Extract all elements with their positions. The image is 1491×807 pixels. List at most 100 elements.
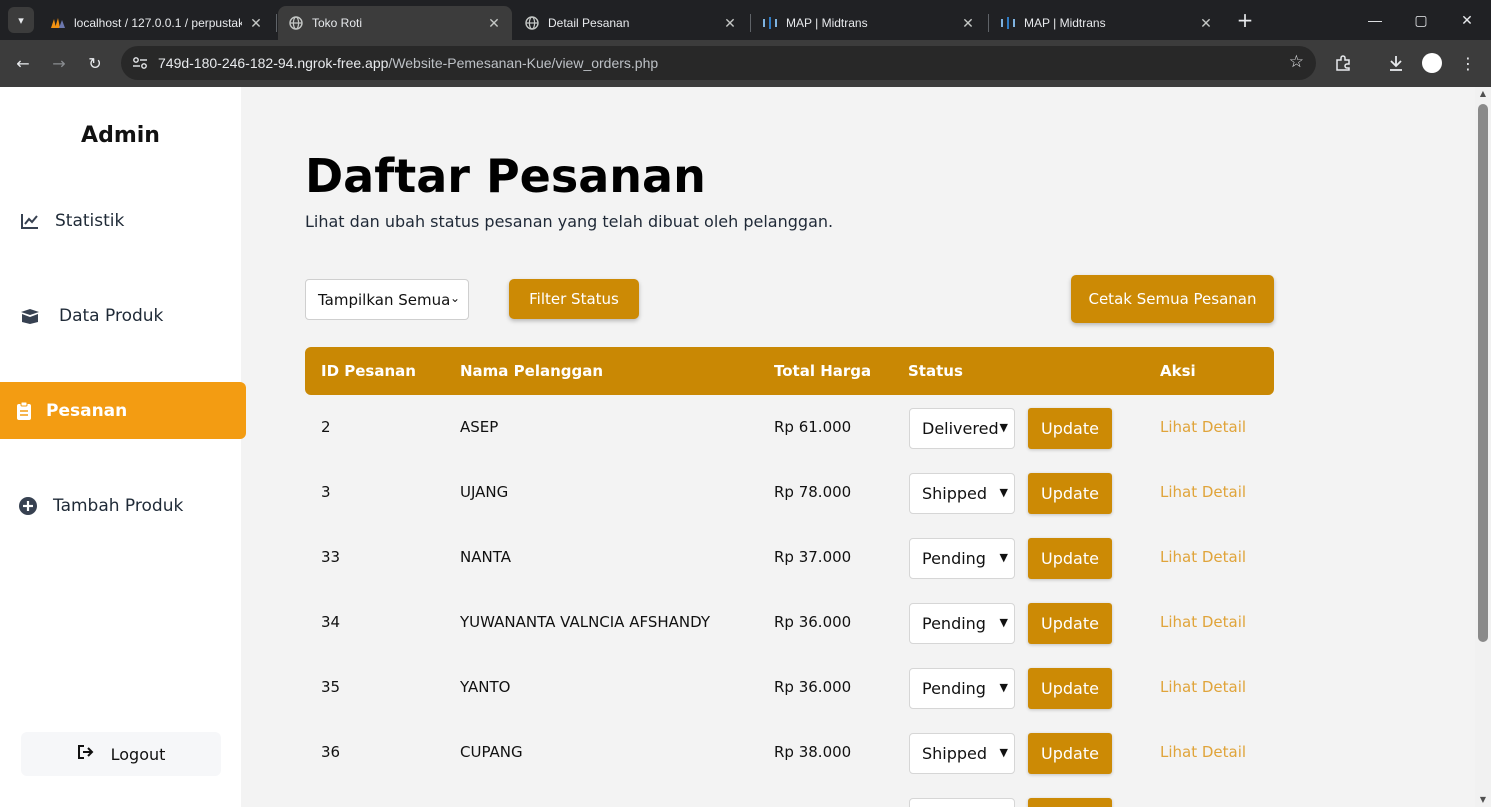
close-icon[interactable]: ✕ [722, 15, 738, 32]
table-row: 3 UJANG Rp 78.000 Shipped ▼ Update Lihat … [305, 460, 1274, 525]
chevron-down-icon: ⌄ [449, 291, 460, 305]
tab-divider [988, 14, 989, 32]
browser-tab-2[interactable]: Toko Roti ✕ [278, 6, 512, 40]
sidebar-item-data-produk[interactable]: Data Produk [0, 287, 246, 344]
status-value: Pending [922, 549, 986, 568]
scrollbar-thumb[interactable] [1478, 104, 1488, 642]
box-open-icon [19, 305, 41, 327]
logout-button[interactable]: Logout [21, 732, 221, 776]
order-id: 2 [321, 418, 331, 436]
close-icon[interactable]: ✕ [486, 15, 502, 32]
status-value: Pending [922, 614, 986, 633]
tab-title: MAP | Midtrans [786, 16, 868, 30]
table-row: 33 NANTA Rp 37.000 Pending ▼ Update Lihat… [305, 525, 1274, 590]
tab-divider [750, 14, 751, 32]
table-row: 35 YANTO Rp 36.000 Pending ▼ Update Lihat… [305, 655, 1274, 720]
new-tab-button[interactable]: + [1234, 8, 1256, 32]
view-detail-link[interactable]: Lihat Detail [1160, 613, 1246, 631]
customer-name: YUWANANTA VALNCIA AFSHANDY [460, 613, 711, 631]
url-path: /Website-Pemesanan-Kue/view_orders.php [388, 55, 659, 71]
sidebar-item-pesanan[interactable]: Pesanan [0, 382, 246, 439]
sidebar: Admin Statistik Data Produk Pesanan Tamb… [0, 87, 246, 807]
view-detail-link[interactable]: Lihat Detail [1160, 483, 1246, 501]
update-button[interactable] [1028, 798, 1112, 807]
status-select[interactable]: Delivered ▼ [909, 408, 1015, 449]
table-row: 34 YUWANANTA VALNCIA AFSHANDY Rp 36.000 … [305, 590, 1274, 655]
site-info-icon[interactable] [131, 54, 149, 72]
status-value: Delivered [922, 419, 999, 438]
view-detail-link[interactable]: Lihat Detail [1160, 418, 1246, 436]
url-text: 749d-180-246-182-94.ngrok-free.app/Websi… [158, 55, 658, 71]
browser-tab-4[interactable]: MAP | Midtrans ✕ [752, 6, 986, 40]
update-button[interactable]: Update [1028, 603, 1112, 644]
extensions-icon[interactable] [1330, 50, 1356, 76]
status-select[interactable]: Pending ▼ [909, 668, 1015, 709]
order-total: Rp 38.000 [774, 743, 852, 761]
tab-search-button[interactable]: ▾ [8, 7, 34, 33]
column-header-action: Aksi [1160, 362, 1196, 380]
status-select[interactable]: Shipped ▼ [909, 733, 1015, 774]
sign-out-icon [77, 744, 95, 764]
phpmyadmin-icon [50, 15, 66, 31]
back-icon[interactable]: ← [9, 49, 37, 77]
tab-title: localhost / 127.0.0.1 / perpustakaan [74, 16, 242, 30]
status-filter-select[interactable]: Tampilkan Semua ⌄ [305, 279, 469, 320]
page-title: Daftar Pesanan [305, 149, 706, 203]
browser-tab-1[interactable]: localhost / 127.0.0.1 / perpustakaan ✕ [40, 6, 274, 40]
status-value: Shipped [922, 484, 988, 503]
scroll-down-arrow-icon[interactable]: ▼ [1478, 795, 1488, 805]
browser-tab-bar: ▾ localhost / 127.0.0.1 / perpustakaan ✕… [0, 0, 1491, 40]
view-detail-link[interactable]: Lihat Detail [1160, 743, 1246, 761]
reload-icon[interactable]: ↻ [81, 49, 109, 77]
view-detail-link[interactable]: Lihat Detail [1160, 548, 1246, 566]
filter-status-button[interactable]: Filter Status [509, 279, 639, 319]
minimize-button[interactable]: — [1352, 0, 1398, 40]
scroll-up-arrow-icon[interactable]: ▲ [1478, 89, 1488, 99]
tab-title: Detail Pesanan [548, 16, 630, 30]
sidebar-item-statistik[interactable]: Statistik [0, 192, 246, 249]
chevron-down-icon: ▼ [999, 681, 1008, 694]
status-value: Pending [922, 679, 986, 698]
table-row: 36 CUPANG Rp 38.000 Shipped ▼ Update Liha… [305, 720, 1274, 785]
download-icon[interactable] [1383, 50, 1409, 76]
orders-table-header: ID Pesanan Nama Pelanggan Total Harga St… [305, 347, 1274, 395]
customer-name: UJANG [460, 483, 509, 501]
status-value: Shipped [922, 744, 988, 763]
update-button[interactable]: Update [1028, 538, 1112, 579]
print-all-orders-button[interactable]: Cetak Semua Pesanan [1071, 275, 1274, 323]
browser-tab-5[interactable]: MAP | Midtrans ✕ [990, 6, 1224, 40]
menu-kebab-icon[interactable]: ⋮ [1455, 50, 1481, 76]
logout-label: Logout [110, 744, 166, 764]
view-detail-link[interactable]: Lihat Detail [1160, 678, 1246, 696]
order-total: Rp 36.000 [774, 678, 852, 696]
globe-icon [288, 15, 304, 31]
chevron-down-icon: ▼ [999, 421, 1008, 434]
update-button[interactable]: Update [1028, 473, 1112, 514]
update-button[interactable]: Update [1028, 668, 1112, 709]
forward-icon[interactable]: → [45, 49, 73, 77]
close-icon[interactable]: ✕ [1198, 15, 1214, 32]
order-id: 3 [321, 483, 331, 501]
update-button[interactable]: Update [1028, 408, 1112, 449]
customer-name: ASEP [460, 418, 499, 436]
order-total: Rp 78.000 [774, 483, 852, 501]
table-row-partial [305, 785, 1274, 807]
close-icon[interactable]: ✕ [960, 15, 976, 32]
midtrans-icon [1000, 15, 1016, 31]
bookmark-star-icon[interactable]: ☆ [1289, 52, 1304, 72]
status-select[interactable]: Pending ▼ [909, 603, 1015, 644]
maximize-button[interactable]: ▢ [1398, 0, 1444, 40]
address-bar[interactable]: 749d-180-246-182-94.ngrok-free.app/Websi… [121, 46, 1316, 80]
status-select[interactable] [909, 798, 1015, 807]
page-subtitle: Lihat dan ubah status pesanan yang telah… [305, 212, 834, 231]
status-select[interactable]: Pending ▼ [909, 538, 1015, 579]
chevron-down-icon: ▼ [999, 486, 1008, 499]
status-select[interactable]: Shipped ▼ [909, 473, 1015, 514]
sidebar-item-tambah-produk[interactable]: Tambah Produk [0, 477, 246, 534]
close-window-button[interactable]: ✕ [1444, 0, 1490, 40]
close-icon[interactable]: ✕ [248, 15, 264, 32]
update-button[interactable]: Update [1028, 733, 1112, 774]
browser-tab-3[interactable]: Detail Pesanan ✕ [514, 6, 748, 40]
browser-toolbar: ← → ↻ 749d-180-246-182-94.ngrok-free.app… [0, 40, 1491, 87]
profile-avatar[interactable] [1422, 53, 1442, 73]
